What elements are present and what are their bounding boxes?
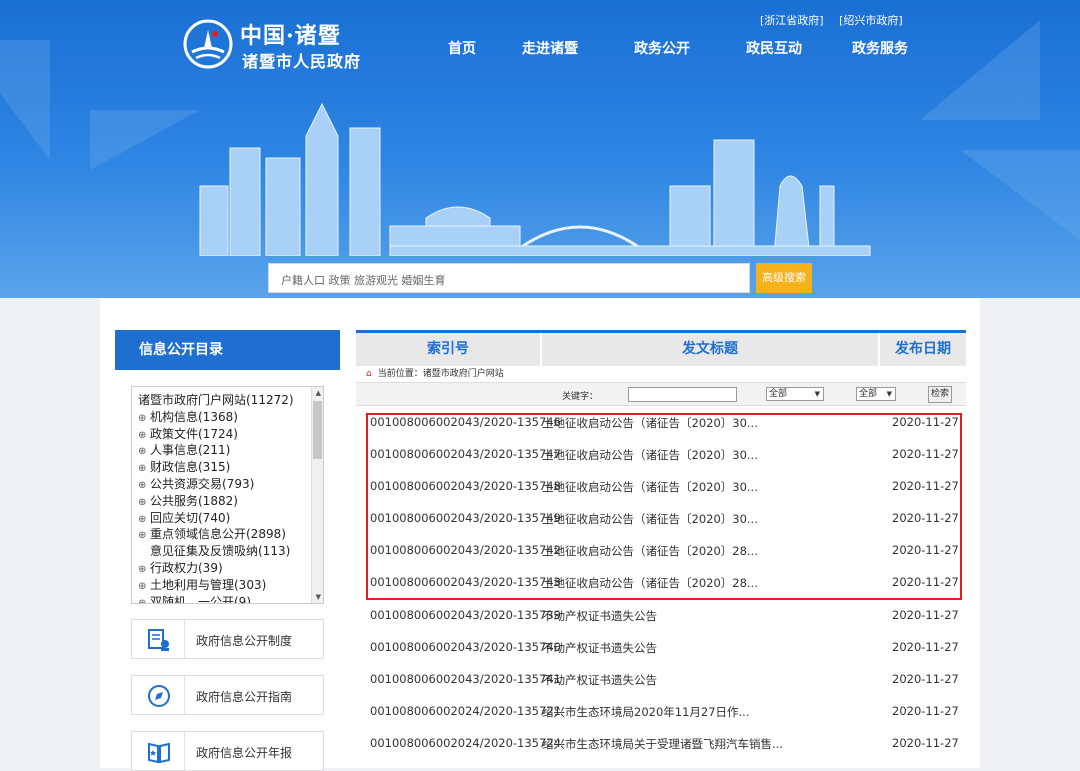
col-date[interactable]: 发布日期: [880, 333, 966, 366]
decor-shape: [0, 40, 50, 160]
dropdown-arrow-icon: ▼: [886, 390, 892, 398]
card-divider: [184, 676, 185, 714]
table-row[interactable]: 001008006002043/2020-135741 不动产权证书遗失公告 202…: [356, 663, 966, 695]
link-shaoxing-gov[interactable]: [绍兴市政府]: [839, 14, 903, 27]
link-zhejiang-gov[interactable]: [浙江省政府]: [760, 14, 824, 27]
row-title-link[interactable]: 不动产权证书遗失公告: [542, 640, 657, 656]
tree-scrollbar[interactable]: ▲ ▼: [311, 387, 323, 603]
home-icon: ⌂: [366, 369, 372, 379]
row-title-link[interactable]: 绍兴市生态环境局关于受理诸暨飞翔汽车销售...: [542, 736, 783, 752]
tree-root[interactable]: 诸暨市政府门户网站(11272): [138, 392, 323, 409]
tree-item[interactable]: ⊕ 人事信息(211): [138, 442, 323, 459]
scroll-down-arrow-icon[interactable]: ▼: [316, 593, 321, 601]
highlight-box: [366, 413, 962, 600]
card-annual-report[interactable]: 政府信息公开年报: [131, 731, 324, 771]
tree-item[interactable]: ⊕ 行政权力(39): [138, 560, 323, 577]
logo-emblem-icon: [183, 19, 233, 69]
catalog-tree[interactable]: 诸暨市政府门户网站(11272) ⊕ 机构信息(1368) ⊕ 政策文件(1724)…: [131, 386, 324, 604]
table-row[interactable]: 001008006002043/2020-135740 不动产权证书遗失公告 202…: [356, 631, 966, 663]
row-title-link[interactable]: 不动产权证书遗失公告: [542, 608, 657, 624]
card-label: 政府信息公开年报: [196, 746, 293, 760]
tree-item[interactable]: ⊕ 回应关切(740): [138, 510, 323, 527]
card-divider: [184, 620, 185, 658]
card-disclosure-policy[interactable]: 政府信息公开制度: [131, 619, 324, 659]
category-select[interactable]: 全部 ▼: [766, 387, 824, 401]
document-stamp-icon: [148, 629, 169, 651]
expand-icon[interactable]: ⊕: [138, 528, 150, 545]
city-skyline-illustration: [199, 102, 871, 256]
tree-item[interactable]: ⊕ 双随机，一公开(9): [138, 594, 323, 603]
header-banner: 中国·诸暨 诸暨市人民政府 [浙江省政府] [绍兴市政府] 首页 走进诸暨 政务…: [0, 0, 1080, 298]
nav-gov-affairs[interactable]: 政务公开: [634, 38, 690, 58]
row-title-link[interactable]: 绍兴市生态环境局2020年11月27日作...: [542, 704, 750, 720]
report-book-icon: [148, 742, 170, 764]
tree-item[interactable]: ⊕ 公共服务(1882): [138, 493, 323, 510]
card-label: 政府信息公开制度: [196, 634, 293, 648]
nav-home[interactable]: 首页: [448, 38, 476, 58]
nav-about[interactable]: 走进诸暨: [522, 38, 578, 58]
card-divider: [184, 732, 185, 770]
year-select[interactable]: 全部 ▼: [856, 387, 896, 401]
decor-shape: [90, 110, 200, 170]
keyword-label: 关键字：: [562, 392, 599, 402]
tree-item[interactable]: ⊕ 财政信息(315): [138, 459, 323, 476]
table-header: 索引号 发文标题 发布日期: [356, 330, 966, 366]
table-row[interactable]: 001008006002024/2020-135721 绍兴市生态环境局2020年…: [356, 695, 966, 727]
nav-services[interactable]: 政务服务: [852, 38, 908, 58]
decor-shape: [960, 150, 1080, 240]
row-title-link[interactable]: 不动产权证书遗失公告: [542, 672, 657, 688]
dropdown-arrow-icon: ▼: [814, 390, 820, 398]
tree-item[interactable]: ⊕ 机构信息(1368): [138, 409, 323, 426]
keyword-input[interactable]: [628, 387, 737, 402]
table-row[interactable]: 001008006002043/2020-135739 不动产权证书遗失公告 202…: [356, 599, 966, 631]
compass-icon: [148, 685, 170, 707]
advanced-search-button[interactable]: 高级搜索: [756, 263, 812, 293]
top-links: [浙江省政府] [绍兴市政府]: [760, 12, 915, 28]
card-label: 政府信息公开指南: [196, 690, 293, 704]
site-logo[interactable]: 中国·诸暨 诸暨市人民政府: [182, 16, 382, 72]
tree-item[interactable]: 意见征集及反馈吸纳(113): [138, 543, 323, 560]
col-index[interactable]: 索引号: [356, 333, 540, 366]
search-button[interactable]: 检索: [928, 386, 952, 403]
expand-icon[interactable]: ⊕: [138, 596, 150, 603]
tree-item[interactable]: ⊕ 公共资源交易(793): [138, 476, 323, 493]
col-title[interactable]: 发文标题: [542, 333, 878, 366]
search-input[interactable]: 户籍人口 政策 旅游观光 婚姻生育: [268, 263, 750, 293]
decor-shape: [920, 20, 1040, 120]
sidebar-title: 信息公开目录: [115, 330, 340, 370]
scroll-up-arrow-icon[interactable]: ▲: [316, 389, 321, 397]
filter-bar: 关键字： 全部 ▼ 全部 ▼ 检索: [356, 382, 966, 406]
card-disclosure-guide[interactable]: 政府信息公开指南: [131, 675, 324, 715]
logo-title: 中国·诸暨: [240, 23, 341, 49]
nav-interaction[interactable]: 政民互动: [746, 38, 802, 58]
main-nav: 首页 走进诸暨 政务公开 政民互动 政务服务: [448, 38, 908, 58]
tree-item[interactable]: ⊕ 政策文件(1724): [138, 426, 323, 443]
scroll-thumb[interactable]: [313, 401, 322, 459]
tree-item[interactable]: ⊕ 土地利用与管理(303): [138, 577, 323, 594]
logo-subtitle: 诸暨市人民政府: [242, 52, 362, 71]
breadcrumb: ⌂ 当前位置：诸暨市政府门户网站: [366, 369, 504, 379]
tree-item[interactable]: ⊕ 重点领域信息公开(2898): [138, 526, 323, 543]
table-row[interactable]: 001008006002024/2020-135724 绍兴市生态环境局关于受理诸…: [356, 727, 966, 759]
